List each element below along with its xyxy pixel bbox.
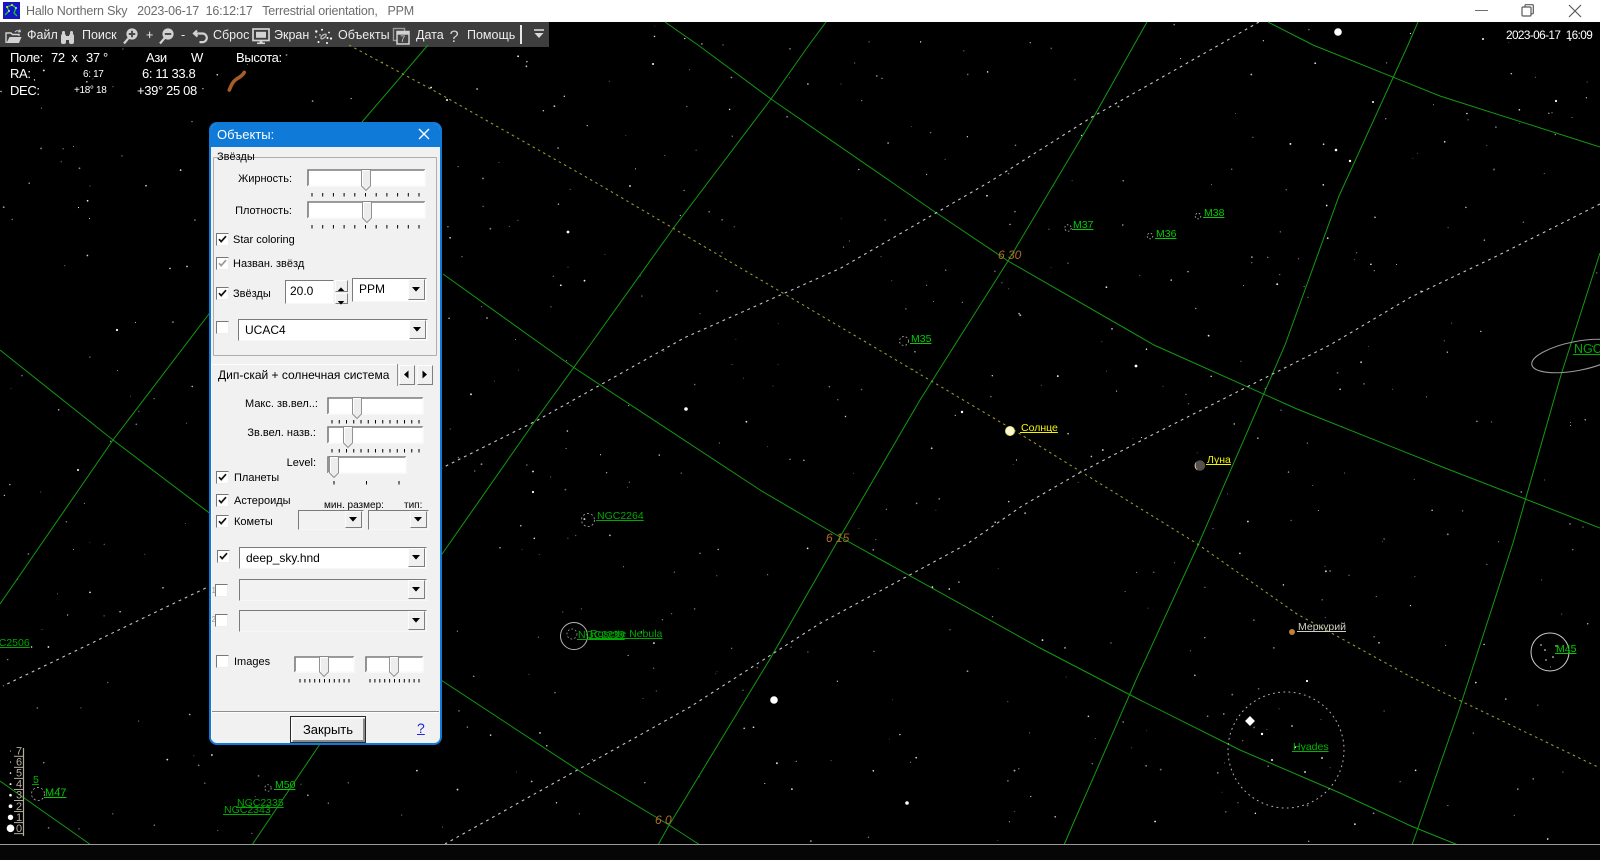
- svg-text:6 0: 6 0: [655, 813, 672, 827]
- svg-text:6 30: 6 30: [998, 248, 1022, 262]
- svg-text:NGC14: NGC14: [1574, 342, 1600, 356]
- svg-text:0: 0: [16, 823, 22, 835]
- svg-text:6 15: 6 15: [826, 531, 850, 545]
